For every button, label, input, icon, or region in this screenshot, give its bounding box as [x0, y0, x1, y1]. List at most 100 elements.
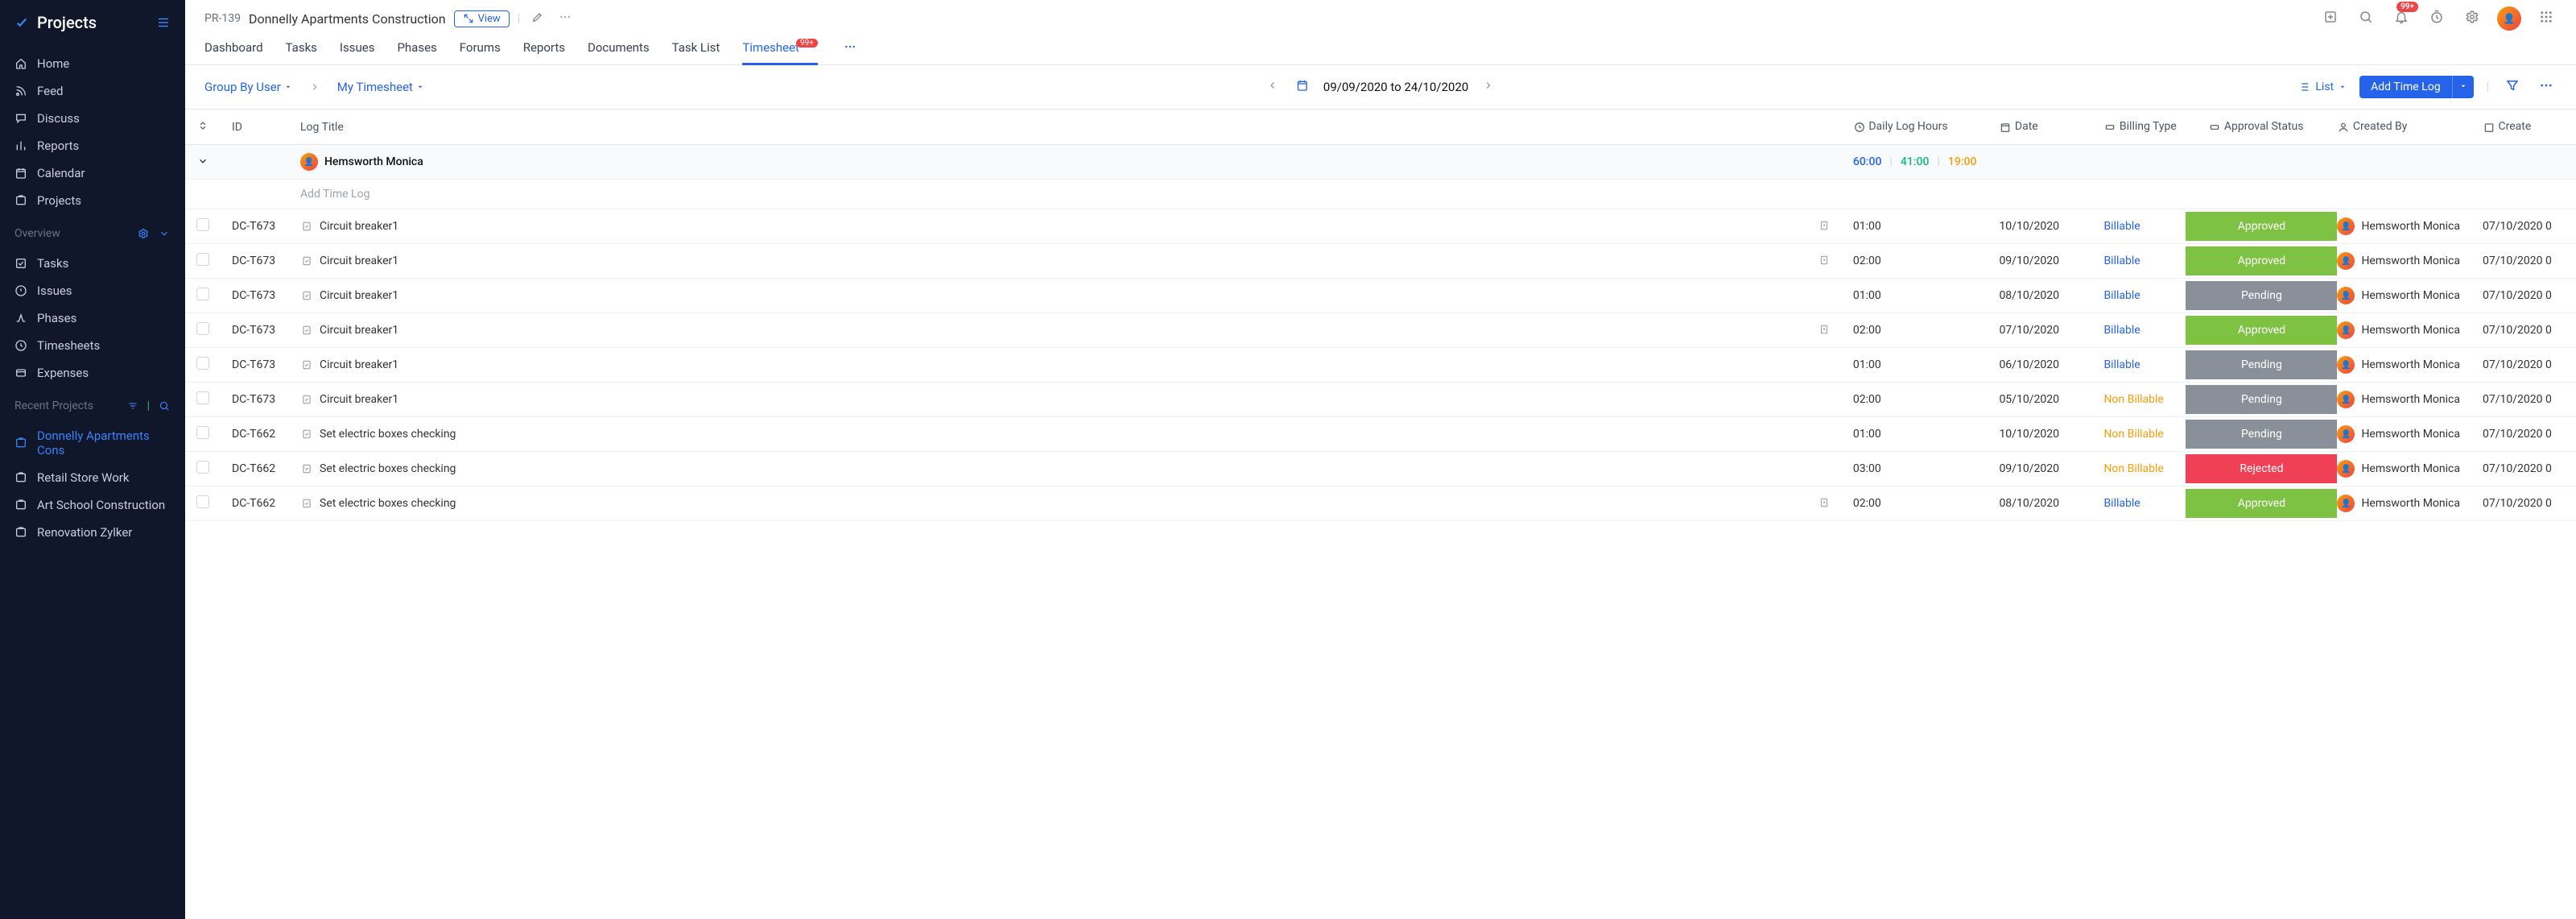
note-icon[interactable]	[1818, 254, 1831, 267]
sidebar-item-projects[interactable]: Projects	[0, 187, 185, 214]
sidebar-item-tasks[interactable]: Tasks	[0, 250, 185, 277]
timer-icon[interactable]	[2426, 6, 2447, 31]
table-row[interactable]: DC-T673Circuit breaker102:0007/10/2020Bi…	[185, 313, 2576, 348]
tab-reports[interactable]: Reports	[523, 32, 565, 64]
add-time-log-button[interactable]: Add Time Log	[2359, 76, 2451, 98]
table-row[interactable]: DC-T673Circuit breaker101:0008/10/2020Bi…	[185, 279, 2576, 313]
calendar-icon[interactable]	[1293, 76, 1312, 98]
table-row[interactable]: DC-T673Circuit breaker101:0010/10/2020Bi…	[185, 209, 2576, 244]
briefcase-icon	[14, 437, 27, 449]
collapse-all-icon[interactable]	[196, 119, 209, 132]
row-checkbox[interactable]	[196, 218, 209, 231]
table-row[interactable]: DC-T662Set electric boxes checking02:000…	[185, 486, 2576, 521]
col-status[interactable]: Approval Status	[2197, 110, 2326, 145]
sidebar-item-donnelly-apartments-cons[interactable]: Donnelly Apartments Cons	[0, 422, 185, 464]
table-row[interactable]: DC-T673Circuit breaker101:0006/10/2020Bi…	[185, 348, 2576, 383]
filter-icon[interactable]	[126, 399, 139, 412]
tab-task-list[interactable]: Task List	[672, 32, 720, 64]
sidebar-item-retail-store-work[interactable]: Retail Store Work	[0, 464, 185, 491]
sidebar-item-label: Feed	[37, 84, 64, 98]
sidebar-item-art-school-construction[interactable]: Art School Construction	[0, 491, 185, 519]
apps-icon[interactable]	[2536, 6, 2557, 31]
sidebar-item-reports[interactable]: Reports	[0, 132, 185, 159]
date-prev-icon[interactable]	[1264, 77, 1282, 97]
group-row: 👤Hemsworth Monica60:00|41:00|19:00	[185, 145, 2576, 180]
add-time-log-dropdown[interactable]	[2452, 76, 2474, 98]
timesheet-table: ID Log Title Daily Log Hours Date Billin…	[185, 110, 2576, 919]
edit-icon[interactable]	[528, 7, 547, 30]
briefcase-icon	[14, 526, 27, 539]
search-icon[interactable]	[158, 399, 171, 412]
notifications-icon[interactable]: 99+	[2391, 6, 2412, 31]
cell-billing: Billable	[2092, 313, 2197, 348]
note-icon[interactable]	[1818, 219, 1831, 232]
col-id[interactable]: ID	[221, 110, 289, 145]
row-checkbox[interactable]	[196, 322, 209, 335]
settings-icon[interactable]	[2462, 6, 2483, 31]
table-row[interactable]: DC-T673Circuit breaker102:0005/10/2020No…	[185, 383, 2576, 417]
tab-dashboard[interactable]: Dashboard	[204, 32, 263, 64]
view-button[interactable]: View	[454, 10, 510, 27]
gear-icon[interactable]	[137, 227, 150, 240]
cell-title: Circuit breaker1	[320, 358, 398, 371]
scope-dropdown[interactable]: My Timesheet	[337, 80, 424, 94]
col-log-title[interactable]: Log Title	[289, 110, 1806, 145]
sidebar-item-timesheets[interactable]: Timesheets	[0, 332, 185, 359]
cell-date: 09/10/2020	[1988, 244, 2092, 279]
chevron-down-icon[interactable]	[158, 227, 171, 240]
table-row[interactable]: DC-T673Circuit breaker102:0009/10/2020Bi…	[185, 244, 2576, 279]
profile-avatar[interactable]: 👤	[2497, 6, 2521, 31]
row-checkbox[interactable]	[196, 357, 209, 370]
row-checkbox[interactable]	[196, 288, 209, 300]
tabs-more-icon[interactable]	[840, 37, 860, 60]
more-icon[interactable]	[555, 7, 575, 30]
row-checkbox[interactable]	[196, 426, 209, 439]
tab-tasks[interactable]: Tasks	[286, 32, 317, 64]
add-time-log-row[interactable]: Add Time Log	[185, 180, 2576, 209]
chevron-down-icon[interactable]	[196, 155, 209, 168]
cell-title: Circuit breaker1	[320, 220, 398, 233]
calendar-icon	[14, 167, 27, 180]
col-date[interactable]: Date	[1988, 110, 2092, 145]
row-checkbox[interactable]	[196, 495, 209, 508]
search-icon[interactable]	[2355, 6, 2376, 31]
col-created-by[interactable]: Created By	[2326, 110, 2471, 145]
cell-date: 06/10/2020	[1988, 348, 2092, 383]
group-by-dropdown[interactable]: Group By User	[204, 80, 292, 94]
tasks-icon	[14, 257, 27, 270]
sidebar-item-expenses[interactable]: Expenses	[0, 359, 185, 387]
table-row[interactable]: DC-T662Set electric boxes checking03:000…	[185, 452, 2576, 486]
table-row[interactable]: DC-T662Set electric boxes checking01:001…	[185, 417, 2576, 452]
note-icon[interactable]	[1818, 323, 1831, 336]
tab-forums[interactable]: Forums	[460, 32, 501, 64]
tab-phases[interactable]: Phases	[397, 32, 436, 64]
user-icon	[2337, 121, 2350, 134]
sidebar-item-issues[interactable]: Issues	[0, 277, 185, 304]
cell-created-time: 07/10/2020 0	[2471, 348, 2576, 383]
sidebar-item-home[interactable]: Home	[0, 50, 185, 77]
sidebar-item-phases[interactable]: Phases	[0, 304, 185, 332]
row-checkbox[interactable]	[196, 391, 209, 404]
sidebar-item-feed[interactable]: Feed	[0, 77, 185, 105]
topbar: PR-139 Donnelly Apartments Construction …	[185, 0, 2576, 65]
tab-issues[interactable]: Issues	[340, 32, 375, 64]
tab-timesheet[interactable]: Timesheet99+	[742, 32, 817, 64]
row-checkbox[interactable]	[196, 461, 209, 474]
col-hours[interactable]: Daily Log Hours	[1842, 110, 1988, 145]
add-icon[interactable]	[2320, 6, 2341, 31]
sidebar-item-renovation-zylker[interactable]: Renovation Zylker	[0, 519, 185, 546]
cell-billing: Non Billable	[2092, 452, 2197, 486]
sidebar-item-calendar[interactable]: Calendar	[0, 159, 185, 187]
filter-icon[interactable]	[2502, 75, 2523, 99]
date-next-icon[interactable]	[1480, 77, 1497, 97]
note-icon[interactable]	[1818, 496, 1831, 509]
tab-documents[interactable]: Documents	[588, 32, 650, 64]
more-actions-icon[interactable]	[2536, 75, 2557, 99]
sidebar-toggle-icon[interactable]	[156, 15, 171, 30]
sidebar-item-discuss[interactable]: Discuss	[0, 105, 185, 132]
cell-billing: Non Billable	[2092, 383, 2197, 417]
col-created-time[interactable]: Create	[2471, 110, 2576, 145]
row-checkbox[interactable]	[196, 253, 209, 266]
col-billing[interactable]: Billing Type	[2092, 110, 2197, 145]
list-view-dropdown[interactable]: List	[2297, 81, 2347, 93]
